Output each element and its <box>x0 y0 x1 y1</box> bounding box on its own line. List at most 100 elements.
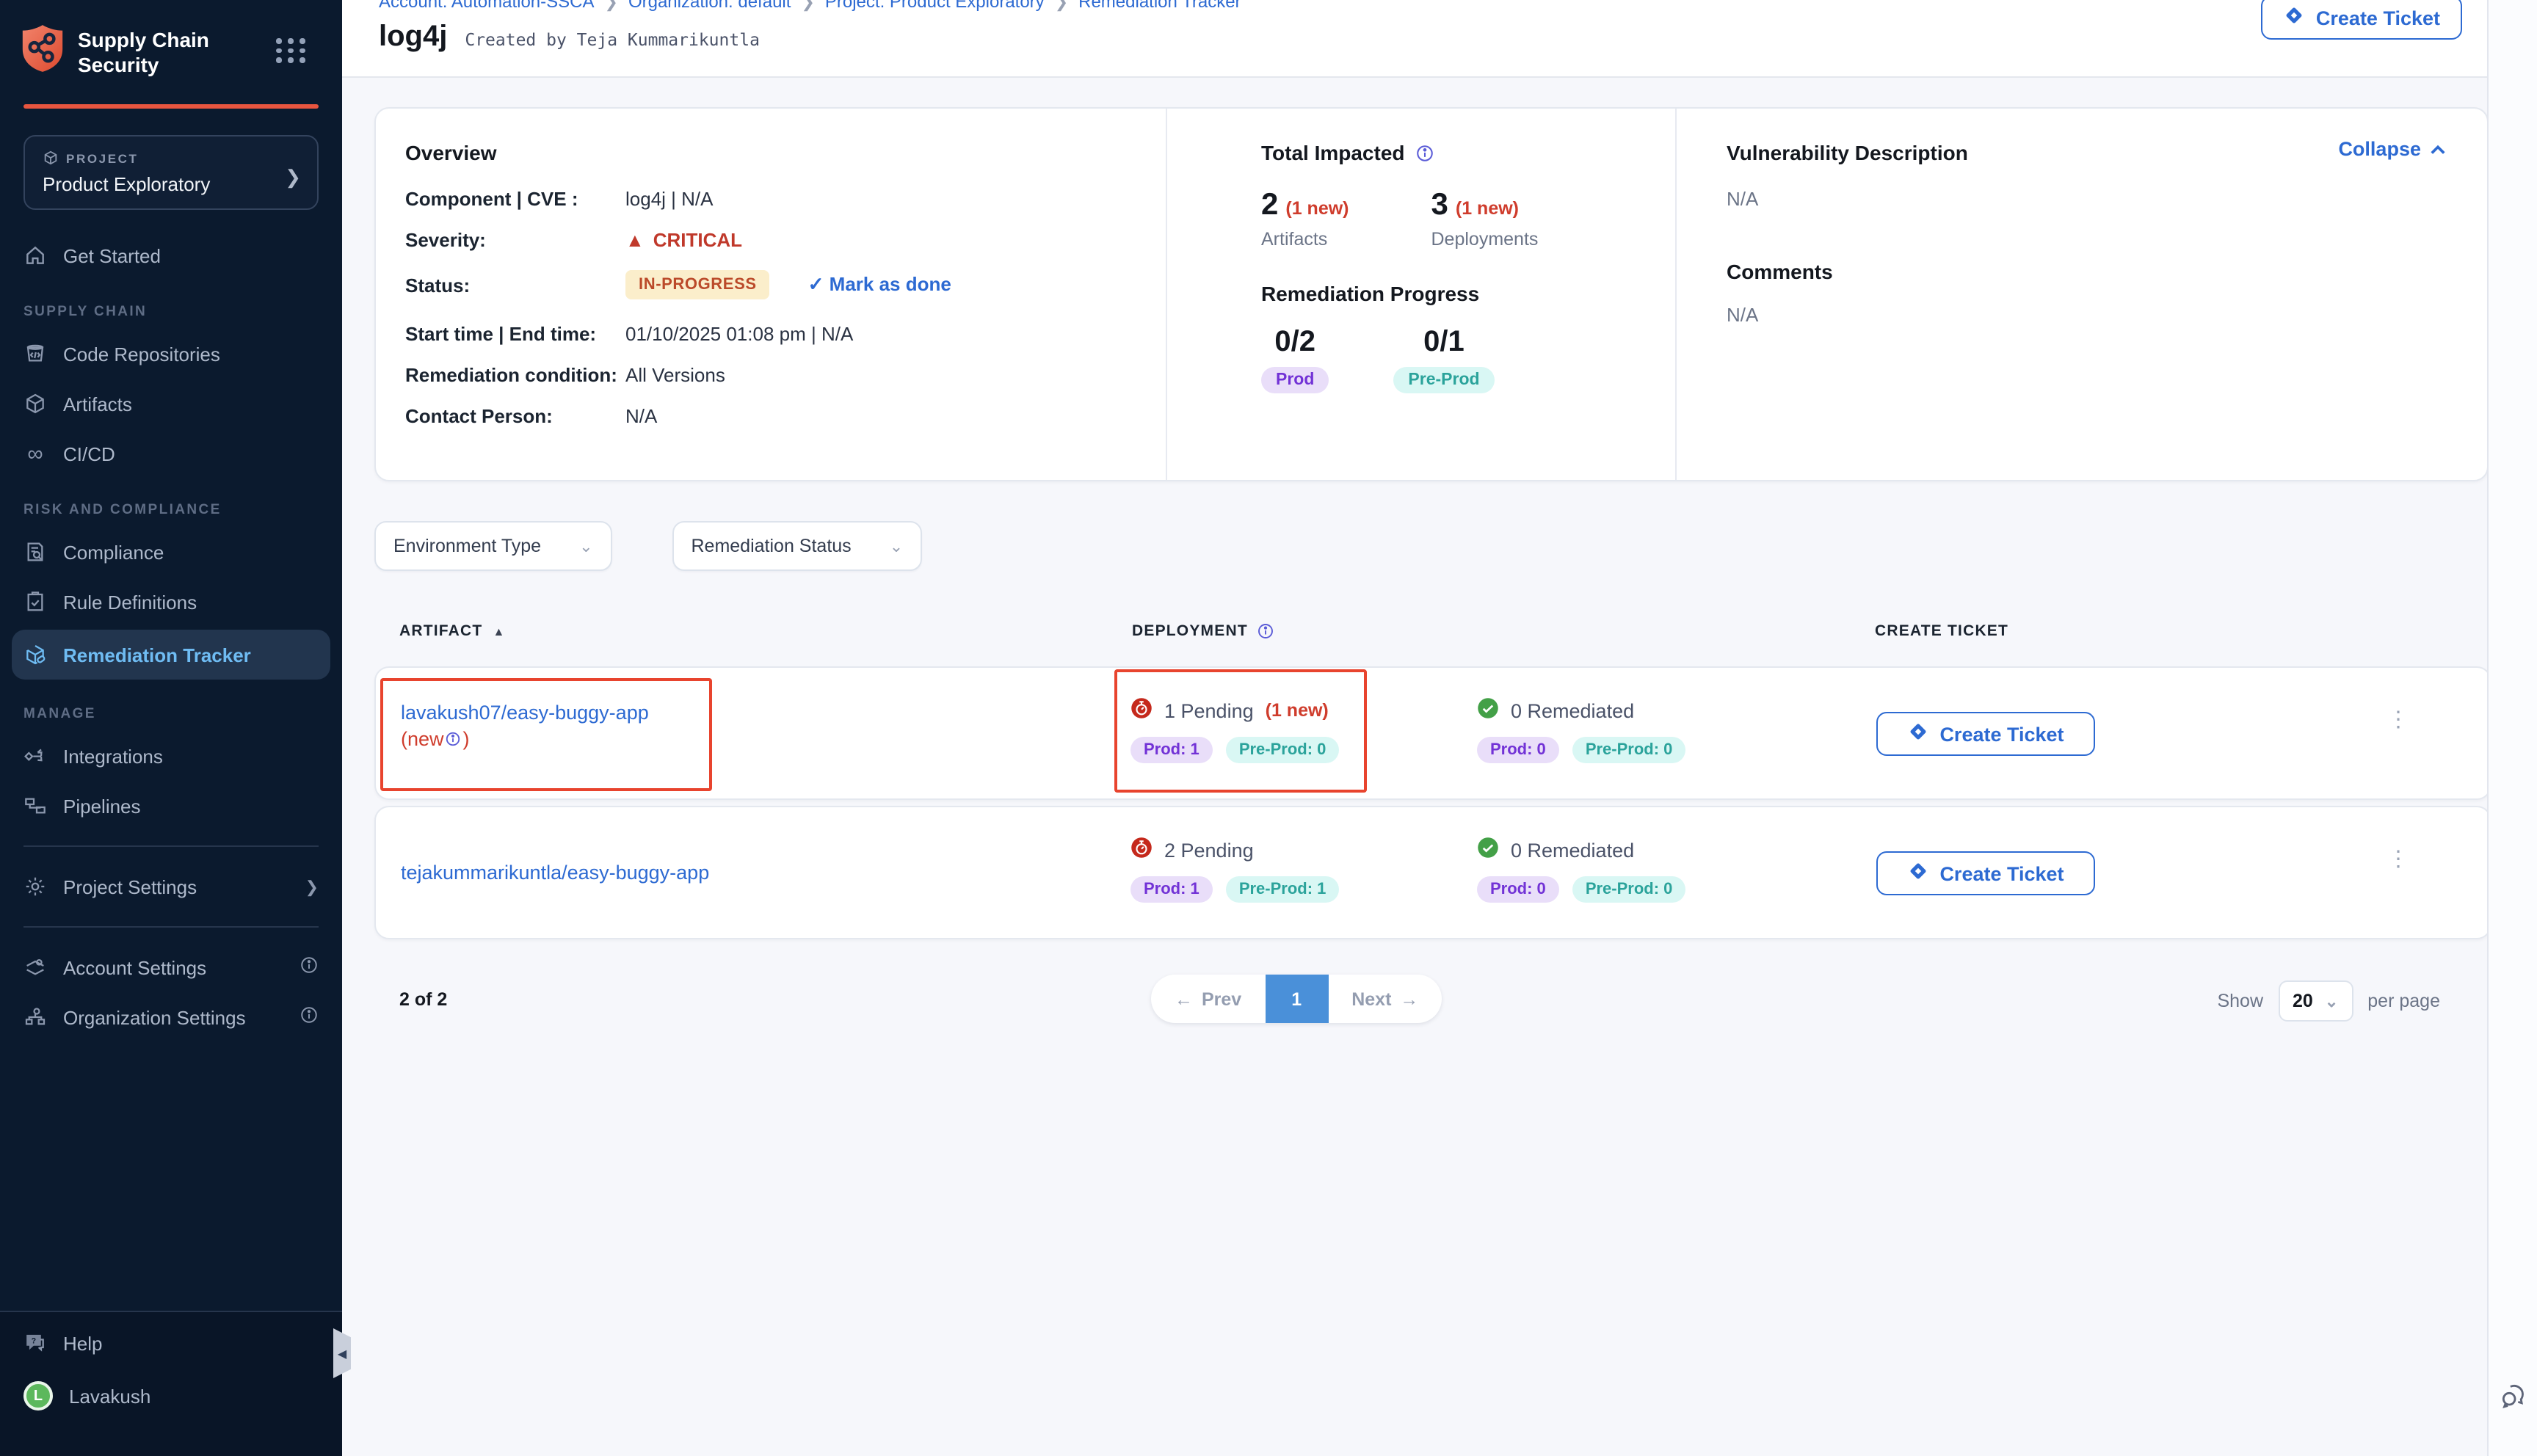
create-ticket-button-header[interactable]: Create Ticket <box>2262 0 2462 40</box>
table-row: tejakummarikuntla/easy-buggy-app 2 Pendi… <box>374 806 2491 939</box>
sidebar-item-label: Code Repositories <box>63 343 220 365</box>
row-menu-kebab-icon[interactable]: ⋮ <box>2387 709 2409 731</box>
filters-row: Environment Type ⌄ Remediation Status ⌄ <box>374 521 922 571</box>
sidebar-item-project-settings[interactable]: Project Settings ❯ <box>0 862 342 911</box>
breadcrumb-project[interactable]: Project: Product Exploratory <box>825 0 1045 12</box>
pending-count: 1 Pending <box>1164 699 1254 721</box>
create-ticket-button-row[interactable]: Create Ticket <box>1876 851 2095 895</box>
collapse-link[interactable]: Collapse <box>2338 138 2446 160</box>
brand-title: Supply Chain Security <box>78 29 209 76</box>
result-count: 2 of 2 <box>399 989 447 1010</box>
pager: ← Prev 1 Next → <box>1151 975 1442 1023</box>
artifacts-stat: 2(1 new) Artifacts <box>1261 188 1349 250</box>
artifact-link[interactable]: tejakummarikuntla/easy-buggy-app <box>401 860 709 887</box>
sidebar-item-artifacts[interactable]: Artifacts <box>0 379 342 429</box>
section-manage: MANAGE <box>0 682 342 731</box>
chevron-up-icon <box>2430 138 2446 160</box>
right-gutter <box>2487 0 2537 1456</box>
sidebar-item-pipelines[interactable]: Pipelines <box>0 781 342 831</box>
info-icon <box>300 1005 319 1029</box>
remediation-status-dropdown[interactable]: Remediation Status ⌄ <box>672 521 923 571</box>
deployments-new: (1 new) <box>1456 198 1519 219</box>
overview-column: Overview Component | CVE : log4j | N/A S… <box>376 109 1166 480</box>
app-grid-icon[interactable] <box>276 38 307 62</box>
deployments-stat: 3(1 new) Deployments <box>1431 188 1539 250</box>
infinity-icon: ∞ <box>23 442 47 465</box>
brand-accent-rule <box>23 104 319 109</box>
jira-diamond-icon <box>1907 860 1929 887</box>
layers-gear-icon <box>23 956 47 979</box>
deployments-label: Deployments <box>1431 229 1539 250</box>
project-name: Product Exploratory <box>43 173 300 195</box>
environment-type-label: Environment Type <box>393 536 541 556</box>
sidebar-item-code-repositories[interactable]: Code Repositories <box>0 329 342 379</box>
preprod-pill: Pre-Prod: 1 <box>1226 876 1340 903</box>
sidebar-item-organization-settings[interactable]: Organization Settings <box>0 992 342 1042</box>
page-size-control: Show 20 ⌄ per page <box>2217 980 2440 1022</box>
sidebar-item-compliance[interactable]: Compliance <box>0 527 342 577</box>
sidebar-item-label: Integrations <box>63 745 163 767</box>
sidebar-user[interactable]: L Lavakush <box>0 1368 342 1424</box>
arrow-left-icon: ← <box>1175 989 1193 1009</box>
time-label: Start time | End time: <box>405 323 625 345</box>
prod-progress-value: 0/2 <box>1261 326 1329 360</box>
divider <box>23 926 319 928</box>
sidebar-item-account-settings[interactable]: Account Settings <box>0 942 342 992</box>
sidebar-item-cicd[interactable]: ∞ CI/CD <box>0 429 342 478</box>
page-1-button[interactable]: 1 <box>1265 975 1328 1023</box>
remediated-cell: 0 Remediated Prod: 0 Pre-Prod: 0 <box>1477 697 1685 763</box>
info-icon[interactable] <box>1257 622 1274 640</box>
row-menu-kebab-icon[interactable]: ⋮ <box>2387 848 2409 870</box>
info-icon[interactable] <box>1415 143 1434 162</box>
time-value: 01/10/2025 01:08 pm | N/A <box>625 323 853 345</box>
sidebar-item-get-started[interactable]: Get Started <box>0 230 342 280</box>
overview-heading: Overview <box>405 141 1166 164</box>
remediated-cell: 0 Remediated Prod: 0 Pre-Prod: 0 <box>1477 837 1685 903</box>
breadcrumb-organization[interactable]: Organization: default <box>628 0 791 12</box>
condition-value: All Versions <box>625 364 725 386</box>
artifact-link[interactable]: lavakush07/easy-buggy-app (new) <box>401 700 649 755</box>
sidebar-item-label: CI/CD <box>63 443 115 465</box>
sidebar-item-rule-definitions[interactable]: Rule Definitions <box>0 577 342 627</box>
prod-pill: Prod: 0 <box>1477 876 1559 903</box>
show-label: Show <box>2217 991 2263 1011</box>
cube-icon <box>43 150 59 166</box>
support-chat-icon[interactable] <box>2499 1381 2528 1418</box>
sidebar-item-integrations[interactable]: Integrations <box>0 731 342 781</box>
chevron-right-icon: ❯ <box>305 877 319 896</box>
sidebar-item-label: Help <box>63 1332 103 1354</box>
page-size-select[interactable]: 20 ⌄ <box>2278 980 2353 1022</box>
avatar: L <box>23 1381 53 1410</box>
integrations-icon <box>23 744 47 768</box>
pagination-bar: 2 of 2 ← Prev 1 Next → Show 20 ⌄ per pag… <box>374 972 2489 1030</box>
sidebar-footer: ? Help L Lavakush <box>0 1311 342 1456</box>
create-ticket-label: Create Ticket <box>2316 7 2440 29</box>
artifacts-new: (1 new) <box>1285 198 1349 219</box>
sidebar-item-remediation-tracker[interactable]: Remediation Tracker <box>12 630 330 680</box>
component-cve-value: log4j | N/A <box>625 188 714 210</box>
pipelines-icon <box>23 794 47 818</box>
sidebar-item-label: Pipelines <box>63 795 141 817</box>
sidebar-item-help[interactable]: ? Help <box>0 1312 342 1368</box>
mark-as-done-link[interactable]: ✓ Mark as done <box>808 273 951 296</box>
total-impacted-heading: Total Impacted <box>1261 141 1405 164</box>
artifact-column-header[interactable]: ARTIFACT ▲ <box>399 622 506 640</box>
create-ticket-label: Create Ticket <box>1939 723 2064 745</box>
breadcrumb-remediation-tracker[interactable]: Remediation Tracker <box>1078 0 1241 12</box>
next-page-button[interactable]: Next → <box>1328 975 1442 1023</box>
environment-type-dropdown[interactable]: Environment Type ⌄ <box>374 521 612 571</box>
preprod-pill: Pre-Prod <box>1393 367 1494 393</box>
details-column: Vulnerability Description Collapse N/A C… <box>1675 109 2487 480</box>
prod-pill: Prod: 0 <box>1477 737 1559 763</box>
info-icon[interactable] <box>446 728 462 754</box>
page-subtitle: Created by Teja Kummarikuntla <box>465 29 760 50</box>
create-ticket-button-row[interactable]: Create Ticket <box>1876 712 2095 756</box>
project-selector[interactable]: PROJECT Product Exploratory ❯ <box>23 135 319 210</box>
breadcrumb-account[interactable]: Account: Automation-SSCA <box>379 0 595 12</box>
sidebar: Supply Chain Security PROJECT Product Ex… <box>0 0 342 1456</box>
help-chat-icon: ? <box>23 1331 47 1355</box>
per-page-label: per page <box>2367 991 2440 1011</box>
warning-triangle-icon: ▲ <box>625 229 645 251</box>
document-search-icon <box>23 540 47 564</box>
prev-page-button[interactable]: ← Prev <box>1151 975 1265 1023</box>
